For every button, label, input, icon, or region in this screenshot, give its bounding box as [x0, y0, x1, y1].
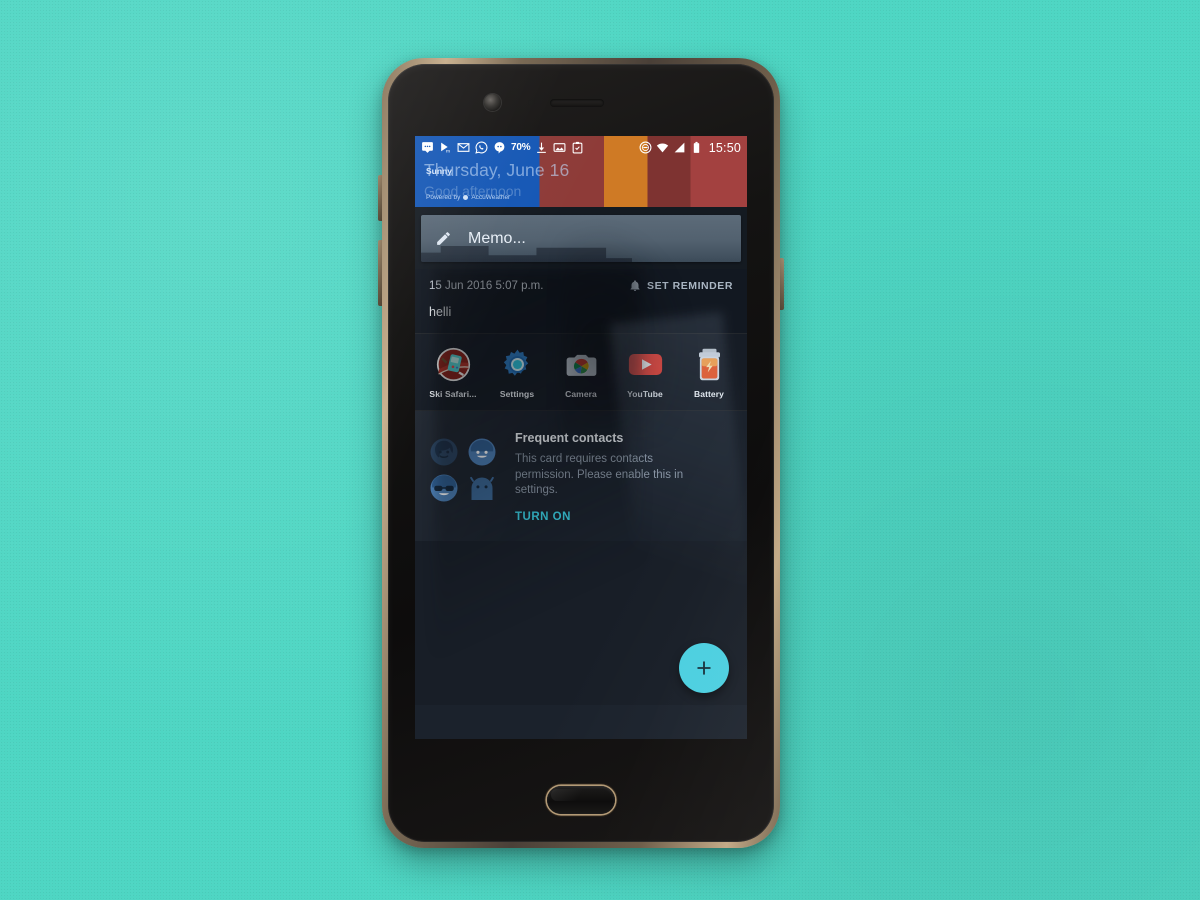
- clock-text: 15:50: [708, 140, 741, 155]
- memo-input-card[interactable]: Memo...: [421, 215, 741, 262]
- app-shortcut-youtube[interactable]: YouTube: [615, 347, 675, 399]
- memo-card-container: Memo...: [415, 207, 747, 269]
- battery-app-icon: [692, 347, 727, 382]
- app-label: Ski Safari...: [429, 389, 477, 399]
- contacts-avatar-grid: [429, 431, 499, 503]
- cell-signal-icon: [673, 141, 686, 154]
- home-fingerprint-button[interactable]: [547, 786, 615, 814]
- bottom-strip: [415, 705, 747, 739]
- app-shortcut-battery[interactable]: Battery: [679, 347, 739, 399]
- note-body-text: helli: [429, 305, 452, 319]
- greeting-date: Thursday, June 16: [424, 160, 570, 180]
- battery-icon: [690, 141, 703, 154]
- battery-percent-text: 70%: [511, 142, 531, 153]
- avatar-person-icon: [429, 437, 459, 467]
- memo-placeholder-text: Memo...: [468, 229, 526, 247]
- ski-safari-icon: [436, 347, 471, 382]
- photo-backdrop: m 70% 15:50 Sunny Powered by AccuWeather…: [0, 0, 1200, 900]
- front-camera: [484, 94, 501, 111]
- note-card[interactable]: 15 Jun 2016 5:07 p.m. SET REMINDER helli: [415, 269, 747, 333]
- back-capacitive-key[interactable]: [700, 794, 712, 806]
- app-label: YouTube: [627, 389, 663, 399]
- clipboard-task-icon: [571, 141, 584, 154]
- video-play-icon: m: [439, 141, 452, 154]
- screenshot-image-icon: [553, 141, 566, 154]
- settings-gear-icon: [500, 347, 535, 382]
- phone-front-glass: m 70% 15:50 Sunny Powered by AccuWeather…: [388, 64, 774, 842]
- avatar-android-icon: [467, 473, 497, 503]
- set-reminder-button[interactable]: SET REMINDER: [629, 280, 733, 292]
- plus-icon: [697, 661, 711, 675]
- app-shortcut-ski-safari[interactable]: Ski Safari...: [423, 347, 483, 399]
- add-card-fab[interactable]: [679, 643, 729, 693]
- proximity-sensor: [528, 100, 535, 105]
- svg-text:m: m: [446, 149, 450, 154]
- contacts-text-block: Frequent contacts This card requires con…: [515, 431, 733, 525]
- frequent-apps-row: Ski Safari... Settings Camera YouTube Ba…: [415, 334, 747, 410]
- greeting-salutation: Good afternoon: [424, 183, 522, 199]
- wifi-icon: [656, 141, 669, 154]
- app-label: Settings: [499, 389, 535, 399]
- weather-widget[interactable]: Sunny Powered by AccuWeather Thursday, J…: [415, 159, 747, 207]
- app-shortcut-camera[interactable]: Camera: [551, 347, 611, 399]
- whatsapp-icon: [475, 141, 488, 154]
- status-bar: m 70% 15:50: [415, 136, 747, 159]
- smartphone-device: m 70% 15:50 Sunny Powered by AccuWeather…: [382, 58, 780, 848]
- turn-on-button[interactable]: TURN ON: [515, 511, 571, 523]
- hangouts-icon: [493, 141, 506, 154]
- frequent-contacts-card: Frequent contacts This card requires con…: [415, 411, 747, 541]
- app-shortcut-settings[interactable]: Settings: [487, 347, 547, 399]
- camera-icon: [564, 347, 599, 382]
- avatar-sunglasses-icon: [429, 473, 459, 503]
- avatar-smiley-icon: [467, 437, 497, 467]
- messages-icon: [421, 141, 434, 154]
- youtube-icon: [628, 347, 663, 382]
- frequent-contacts-description: This card requires contacts permission. …: [515, 453, 684, 497]
- app-label: Battery: [694, 389, 724, 399]
- phone-screen: m 70% 15:50 Sunny Powered by AccuWeather…: [415, 136, 747, 739]
- do-not-disturb-icon: [639, 141, 652, 154]
- note-timestamp: 15 Jun 2016 5:07 p.m.: [429, 280, 544, 292]
- frequent-contacts-title: Frequent contacts: [515, 431, 624, 445]
- download-icon: [535, 141, 548, 154]
- set-reminder-label: SET REMINDER: [647, 280, 733, 292]
- pencil-icon: [435, 230, 452, 247]
- earpiece-speaker: [550, 99, 604, 107]
- gmail-icon: [457, 141, 470, 154]
- recents-capacitive-key[interactable]: [450, 794, 462, 806]
- status-bar-notification-icons: m 70%: [421, 141, 639, 154]
- app-label: Camera: [565, 389, 597, 399]
- note-header: 15 Jun 2016 5:07 p.m. SET REMINDER: [429, 280, 733, 292]
- bell-icon: [629, 280, 641, 292]
- status-bar-system-icons: 15:50: [639, 141, 741, 155]
